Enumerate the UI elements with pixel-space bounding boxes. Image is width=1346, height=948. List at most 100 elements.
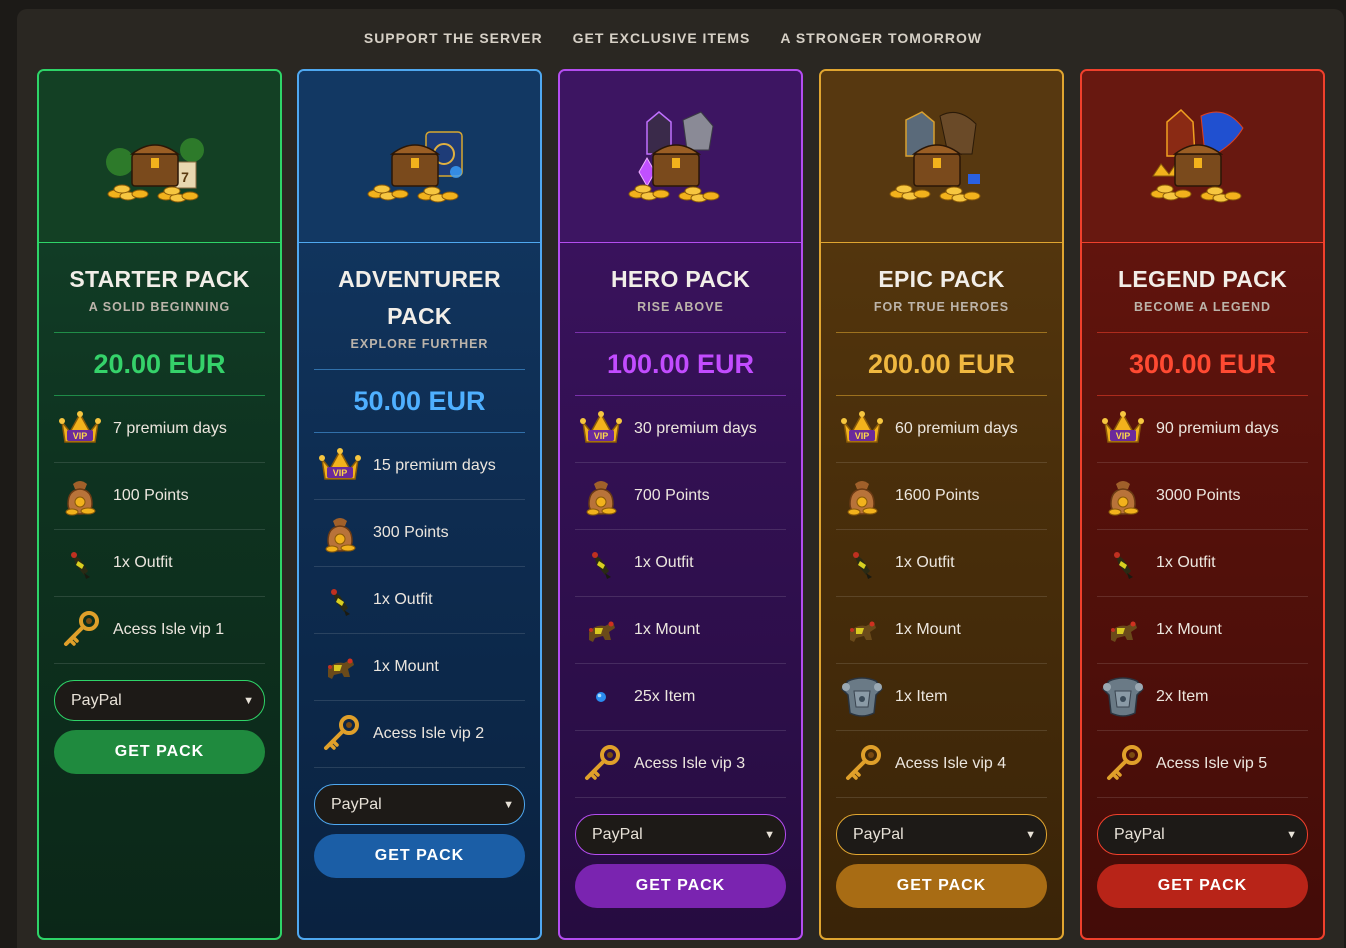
feature-row: 300 Points <box>314 500 525 567</box>
outfit-icon <box>577 539 625 587</box>
feature-row: 1600 Points <box>836 463 1047 530</box>
feature-row: 1x Outfit <box>575 530 786 597</box>
feature-row: 100 Points <box>54 463 265 530</box>
mount-icon <box>838 606 886 654</box>
pack-title-block: EPIC PACK FOR TRUE HEROES <box>821 243 1062 314</box>
feature-row: 1x Outfit <box>836 530 1047 597</box>
pack-card-adventurer: ADVENTURER PACK EXPLORE FURTHER 50.00 EU… <box>297 69 542 940</box>
feature-row: 25x Item <box>575 664 786 731</box>
key-icon <box>577 740 625 788</box>
key-icon <box>56 606 104 654</box>
pack-name: HERO PACK <box>610 266 750 292</box>
pack-subtitle: RISE ABOVE <box>637 300 724 314</box>
gem-icon <box>577 673 625 721</box>
pack-title-block: STARTER PACK A SOLID BEGINNING <box>39 243 280 314</box>
payment-method-value: PayPal <box>1114 825 1165 843</box>
coin-bag-icon <box>577 472 625 520</box>
key-icon <box>838 740 886 788</box>
vip-crown-icon: VIP <box>577 405 625 453</box>
feature-row: Acess Isle vip 4 <box>836 731 1047 798</box>
feature-row: Acess Isle vip 2 <box>314 701 525 768</box>
pack-title-block: HERO PACK RISE ABOVE <box>560 243 801 314</box>
key-icon <box>316 710 364 758</box>
feature-label: 3000 Points <box>1156 487 1241 504</box>
pack-artwork: 7 <box>39 71 280 243</box>
payment-method-select[interactable]: PayPal ▼ <box>836 814 1047 855</box>
vip-crown-icon: VIP <box>56 405 104 453</box>
get-pack-button[interactable]: GET PACK <box>836 864 1047 908</box>
feature-row: 1x Mount <box>1097 597 1308 664</box>
chevron-down-icon: ▼ <box>1025 828 1036 841</box>
payment-method-select[interactable]: PayPal ▼ <box>314 784 525 825</box>
pack-artwork <box>299 71 540 243</box>
pack-subtitle: FOR TRUE HEROES <box>873 300 1010 314</box>
pack-name: LEGEND PACK <box>1118 266 1287 292</box>
chevron-down-icon: ▼ <box>1286 828 1297 841</box>
payment-method-select[interactable]: PayPal ▼ <box>1097 814 1308 855</box>
get-pack-button[interactable]: GET PACK <box>314 834 525 878</box>
feature-label: 100 Points <box>113 487 189 504</box>
tagline-1: SUPPORT THE SERVER <box>363 30 543 46</box>
payment-method-select[interactable]: PayPal ▼ <box>54 680 265 721</box>
svg-text:7: 7 <box>181 169 189 185</box>
outfit-icon <box>1099 539 1147 587</box>
outfit-icon <box>56 539 104 587</box>
pack-price: 20.00 EUR <box>93 349 226 379</box>
feature-label: 1x Outfit <box>895 554 955 571</box>
feature-label: 1600 Points <box>895 487 980 504</box>
mount-icon <box>1099 606 1147 654</box>
feature-label: 700 Points <box>634 487 710 504</box>
feature-label: 2x Item <box>1156 688 1209 705</box>
payment-method-value: PayPal <box>71 691 122 709</box>
feature-label: 1x Outfit <box>634 554 694 571</box>
feature-row: 700 Points <box>575 463 786 530</box>
feature-label: 30 premium days <box>634 420 757 437</box>
tagline-3: A STRONGER TOMORROW <box>780 30 983 46</box>
divider <box>54 332 265 333</box>
svg-text:VIP: VIP <box>333 468 348 478</box>
pack-artwork <box>560 71 801 243</box>
pack-price: 300.00 EUR <box>1128 349 1277 379</box>
svg-text:VIP: VIP <box>73 431 88 441</box>
feature-label: Acess Isle vip 4 <box>895 755 1007 772</box>
feature-row: 1x Outfit <box>1097 530 1308 597</box>
svg-text:VIP: VIP <box>594 431 609 441</box>
feature-label: 1x Outfit <box>113 554 173 571</box>
feature-row: Acess Isle vip 1 <box>54 597 265 664</box>
coin-bag-icon <box>316 509 364 557</box>
chevron-down-icon: ▼ <box>503 798 514 811</box>
divider <box>575 332 786 333</box>
pack-card-starter: 7 STARTER PACK A SOLID BEGINNING 20.00 E… <box>37 69 282 940</box>
get-pack-button[interactable]: GET PACK <box>1097 864 1308 908</box>
pack-artwork <box>1082 71 1323 243</box>
coin-bag-icon <box>838 472 886 520</box>
get-pack-button[interactable]: GET PACK <box>575 864 786 908</box>
chevron-down-icon: ▼ <box>764 828 775 841</box>
payment-method-select[interactable]: PayPal ▼ <box>575 814 786 855</box>
feature-row: VIP 90 premium days <box>1097 396 1308 463</box>
tagline-2: GET EXCLUSIVE ITEMS <box>572 30 751 46</box>
divider <box>836 332 1047 333</box>
feature-label: Acess Isle vip 5 <box>1156 755 1268 772</box>
feature-label: 7 premium days <box>113 420 227 437</box>
vip-crown-icon: VIP <box>838 405 886 453</box>
pack-name: EPIC PACK <box>878 266 1005 292</box>
feature-row: VIP 7 premium days <box>54 396 265 463</box>
get-pack-button[interactable]: GET PACK <box>54 730 265 774</box>
armor-icon <box>838 673 886 721</box>
feature-row: VIP 60 premium days <box>836 396 1047 463</box>
feature-label: 1x Outfit <box>373 591 433 608</box>
pack-title-block: LEGEND PACK BECOME A LEGEND <box>1082 243 1323 314</box>
feature-row: Acess Isle vip 5 <box>1097 731 1308 798</box>
feature-row: 3000 Points <box>1097 463 1308 530</box>
payment-method-value: PayPal <box>331 795 382 813</box>
pack-title-block: ADVENTURER PACK EXPLORE FURTHER <box>299 243 540 351</box>
feature-label: 1x Outfit <box>1156 554 1216 571</box>
pack-subtitle: BECOME A LEGEND <box>1134 300 1271 314</box>
feature-row: 1x Outfit <box>314 567 525 634</box>
feature-label: 1x Mount <box>634 621 700 638</box>
feature-label: 1x Item <box>895 688 948 705</box>
pack-price: 100.00 EUR <box>606 349 755 379</box>
feature-label: Acess Isle vip 3 <box>634 755 746 772</box>
pack-card-legend: LEGEND PACK BECOME A LEGEND 300.00 EUR V… <box>1080 69 1325 940</box>
